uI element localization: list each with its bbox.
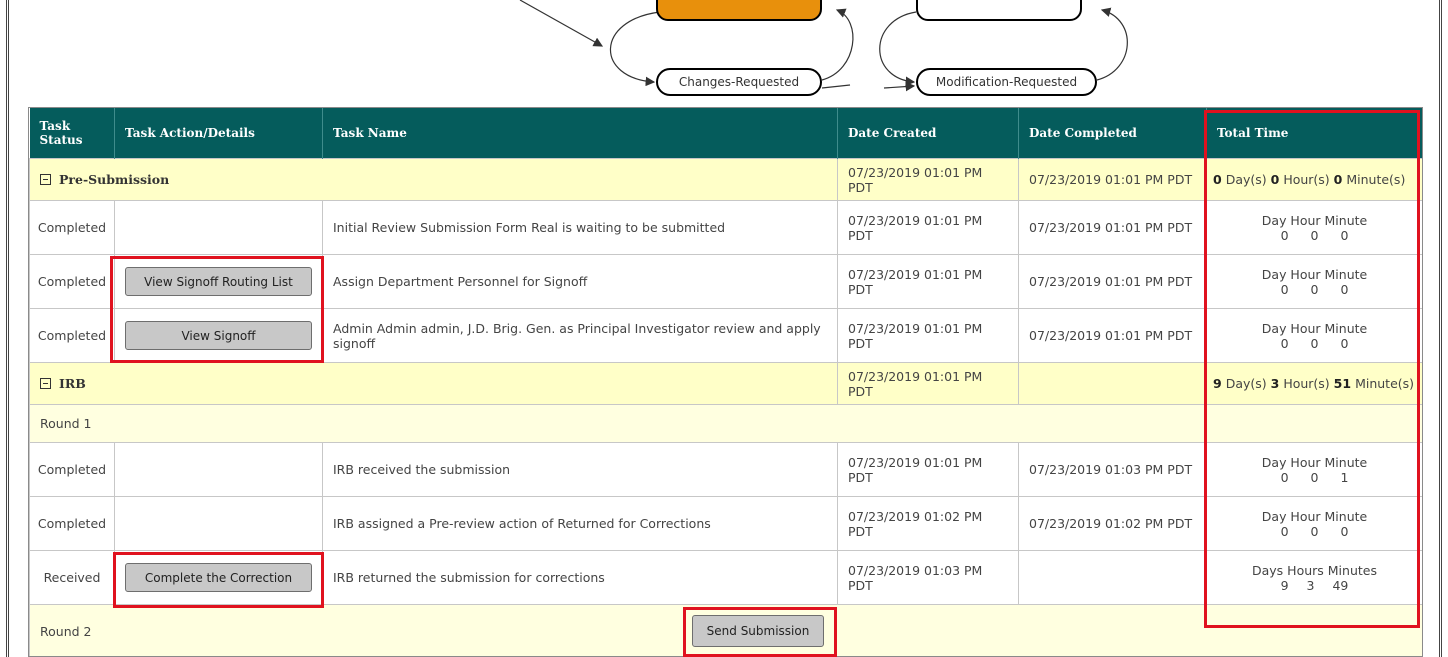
date-completed: 07/23/2019 01:01 PM PDT [1018, 158, 1207, 201]
time-breakdown: Day Hour Minute 0 0 0 [1206, 496, 1422, 551]
section-label-cell: IRB [29, 362, 838, 405]
time-breakdown: Day Hour Minute 0 0 0 [1206, 308, 1422, 363]
header-date-created: Date Created [837, 108, 1019, 159]
task-name: IRB received the submission [322, 442, 838, 497]
time-breakdown: Day Hour Minute 0 0 0 [1206, 254, 1422, 309]
task-status: Completed [29, 308, 115, 363]
section-row-irb: IRB 07/23/2019 01:01 PM PDT 9 Day(s) 3 H… [29, 362, 1422, 405]
date-created: 07/23/2019 01:03 PM PDT [837, 550, 1019, 605]
date-created: 07/23/2019 01:01 PM PDT [837, 362, 1019, 405]
arrow-right-loop [879, 11, 917, 87]
workflow-node-orange [656, 0, 822, 21]
date-completed: 07/23/2019 01:03 PM PDT [1018, 442, 1207, 497]
workflow-diagram: Changes-Requested Modification-Requested [0, 0, 1448, 110]
task-status: Completed [29, 200, 115, 255]
workflow-node-top-right [916, 0, 1082, 21]
time-breakdown: Day Hour Minute 0 0 0 [1206, 200, 1422, 255]
date-completed: 07/23/2019 01:01 PM PDT [1018, 308, 1207, 363]
view-signoff-button[interactable]: View Signoff [125, 321, 312, 350]
task-action: Complete the Correction [114, 550, 323, 605]
task-table-container: Task Status Task Action/Details Task Nam… [28, 107, 1423, 657]
task-name: Admin Admin admin, J.D. Brig. Gen. as Pr… [322, 308, 838, 363]
date-created: 07/23/2019 01:01 PM PDT [837, 308, 1019, 363]
task-status: Received [29, 550, 115, 605]
task-name: Initial Review Submission Form Real is w… [322, 200, 838, 255]
table-row: Received Complete the Correction IRB ret… [29, 550, 1422, 605]
task-action [114, 442, 323, 497]
date-created: 07/23/2019 01:02 PM PDT [837, 496, 1019, 551]
date-completed: 07/23/2019 01:01 PM PDT [1018, 254, 1207, 309]
task-action [114, 496, 323, 551]
arrow-back-loop [821, 8, 854, 81]
table-header-row: Task Status Task Action/Details Task Nam… [29, 108, 1422, 159]
header-date-completed: Date Completed [1018, 108, 1207, 159]
task-status: Completed [29, 442, 115, 497]
total-time: 0 Day(s) 0 Hour(s) 0 Minute(s) [1206, 158, 1422, 201]
total-time: 9 Day(s) 3 Hour(s) 51 Minute(s) [1206, 362, 1422, 405]
task-name: Assign Department Personnel for Signoff [322, 254, 838, 309]
time-breakdown: Day Hour Minute 0 0 1 [1206, 442, 1422, 497]
task-status: Completed [29, 254, 115, 309]
task-action [114, 200, 323, 255]
table-row: Completed View Signoff Admin Admin admin… [29, 308, 1422, 363]
table-row: Completed Initial Review Submission Form… [29, 200, 1422, 255]
table-row: Completed IRB assigned a Pre-review acti… [29, 496, 1422, 551]
table-row: Completed View Signoff Routing List Assi… [29, 254, 1422, 309]
task-status: Completed [29, 496, 115, 551]
task-action: View Signoff Routing List [114, 254, 323, 309]
time-breakdown: Days Hours Minutes 9 3 49 [1206, 550, 1422, 605]
view-signoff-routing-list-button[interactable]: View Signoff Routing List [125, 267, 312, 296]
arrow-diagonal [519, 0, 604, 47]
date-created: 07/23/2019 01:01 PM PDT [837, 200, 1019, 255]
section-label-cell: Pre-Submission [29, 158, 838, 201]
date-completed: 07/23/2019 01:01 PM PDT [1018, 200, 1207, 255]
task-name: IRB returned the submission for correcti… [322, 550, 838, 605]
connector-1 [821, 84, 851, 89]
date-created: 07/23/2019 01:01 PM PDT [837, 254, 1019, 309]
task-name: IRB assigned a Pre-review action of Retu… [322, 496, 838, 551]
date-completed: 07/23/2019 01:02 PM PDT [1018, 496, 1207, 551]
section-row-pre-submission: Pre-Submission 07/23/2019 01:01 PM PDT 0… [29, 158, 1422, 201]
workflow-node-changes-requested: Changes-Requested [656, 68, 822, 96]
task-action: View Signoff [114, 308, 323, 363]
arrow-left-loop [609, 11, 661, 87]
date-completed [1018, 550, 1207, 605]
complete-the-correction-button[interactable]: Complete the Correction [125, 563, 312, 592]
arrow-back-loop-2 [1096, 7, 1128, 81]
date-created: 07/23/2019 01:01 PM PDT [837, 158, 1019, 201]
header-total-time: Total Time [1206, 108, 1422, 159]
collapse-icon[interactable] [40, 378, 51, 389]
collapse-icon[interactable] [40, 174, 51, 185]
section-title: IRB [59, 376, 86, 391]
date-created: 07/23/2019 01:01 PM PDT [837, 442, 1019, 497]
header-task-name: Task Name [322, 108, 838, 159]
workflow-node-modification-requested: Modification-Requested [916, 68, 1097, 96]
round-row-1: Round 1 [29, 404, 1422, 443]
header-task-action: Task Action/Details [114, 108, 323, 159]
header-task-status: Task Status [29, 108, 115, 159]
task-table: Task Status Task Action/Details Task Nam… [29, 108, 1422, 656]
round-label: Round 1 [29, 404, 1422, 443]
section-title: Pre-Submission [59, 172, 170, 187]
send-submission-button[interactable]: Send Submission [692, 615, 824, 647]
date-completed [1018, 362, 1207, 405]
table-row: Completed IRB received the submission 07… [29, 442, 1422, 497]
connector-2 [883, 81, 916, 92]
